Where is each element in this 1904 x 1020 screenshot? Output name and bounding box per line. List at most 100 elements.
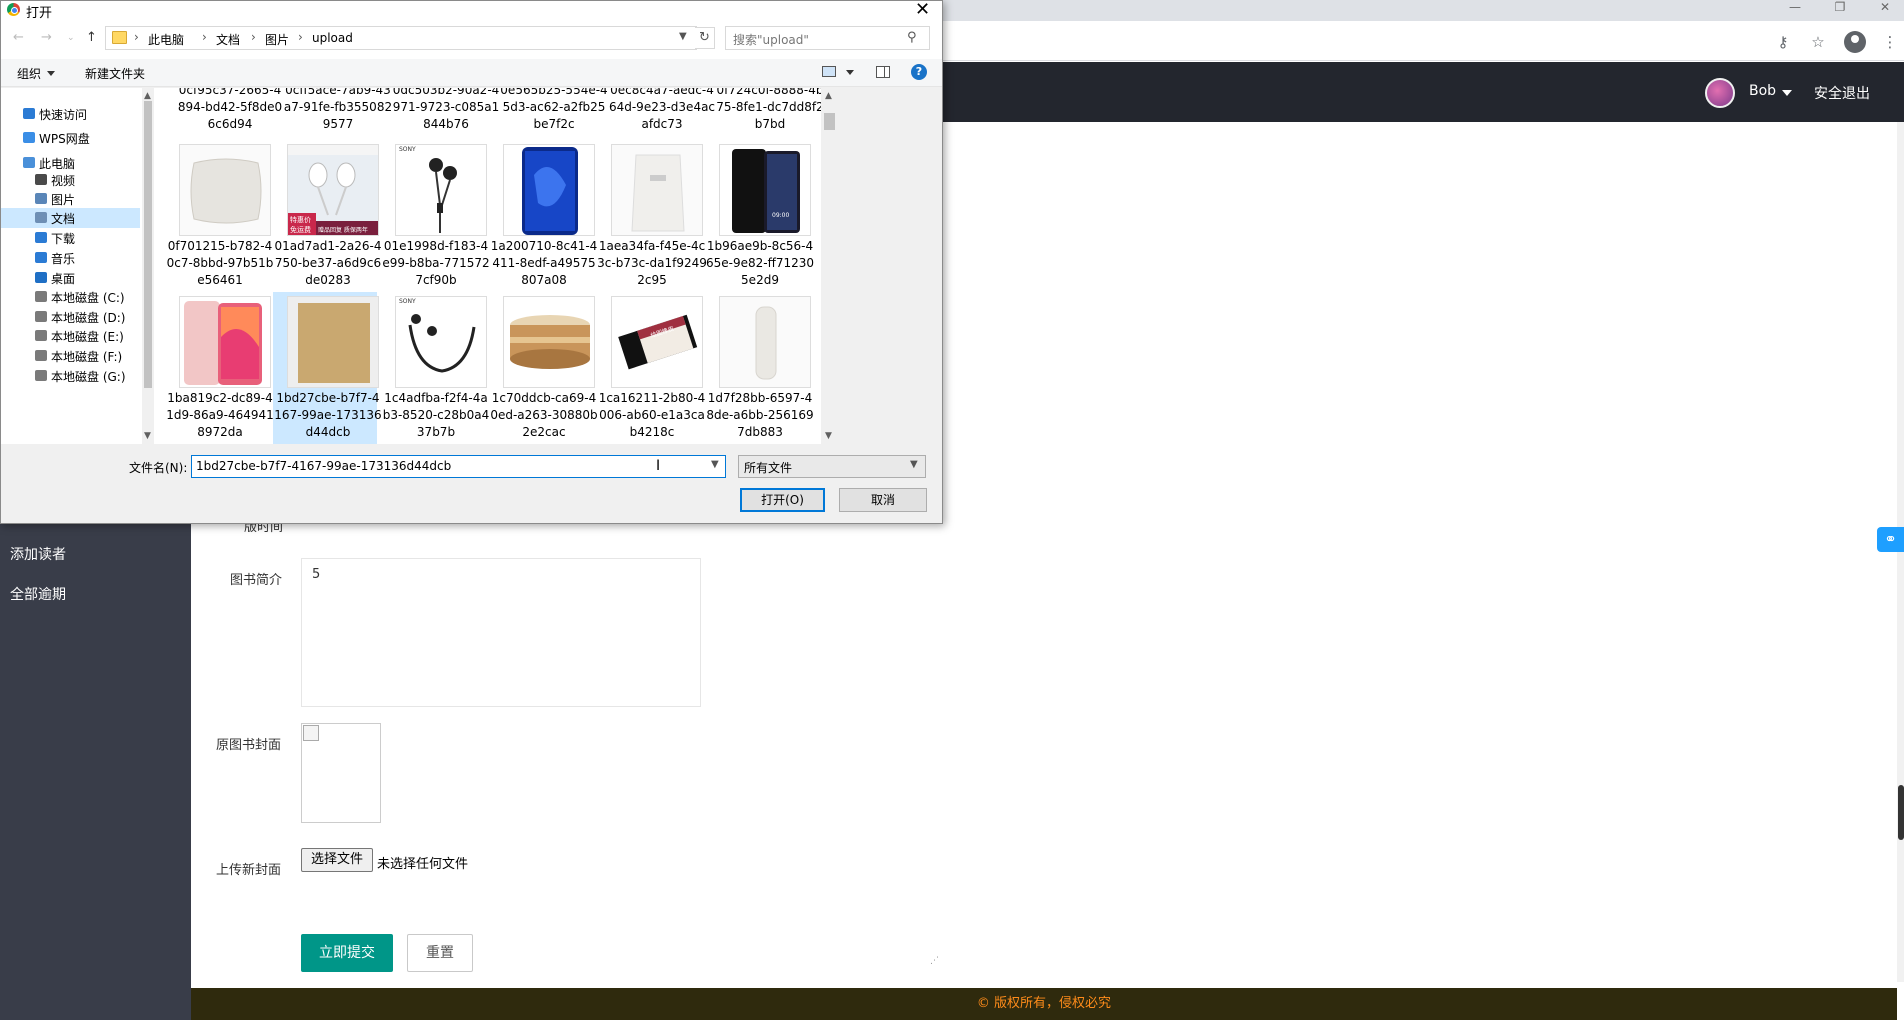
file-open-dialog: 打开 ✕ ← → ⌄ ↑ › 此电脑 › 文档 › 图片 › upload ▼ … [0, 0, 943, 966]
file-item[interactable]: 1bd27cbe-b7f7-4167-99ae-173136d44dcb [273, 292, 382, 444]
filename-input[interactable]: 1bd27cbe-b7f7-4167-99ae-173136d44dcb Ⅰ ▼ [191, 455, 726, 478]
file-name[interactable]: 0f724c0f-8888-4b75-8fe1-dc7dd8f2b7bd [715, 88, 821, 133]
open-button[interactable]: 打开(O) [740, 488, 825, 512]
caret-down-icon[interactable] [846, 70, 854, 75]
brand-text: SONY [399, 298, 416, 305]
breadcrumb-upload[interactable]: upload [312, 31, 353, 45]
nav-item[interactable]: 本地磁盘 (E:) [1, 326, 140, 346]
filetype-value: 所有文件 [744, 461, 793, 475]
search-icon[interactable]: ⚲ [907, 30, 917, 45]
caret-down-icon[interactable] [47, 71, 55, 76]
file-name[interactable]: 0cf95c37-2665-4894-bd42-5f8de06c6d94 [175, 88, 285, 133]
file-item[interactable]: 1a200710-8c41-4411-8edf-a49575807a08 [489, 140, 597, 292]
scroll-up-icon[interactable]: ▲ [144, 91, 151, 101]
nav-item[interactable]: WPS网盘 [1, 128, 140, 148]
nav-item-label: 图片 [51, 193, 76, 207]
restore-icon[interactable]: ❐ [1825, 0, 1855, 14]
nav-item-label: 快速访问 [39, 108, 88, 122]
folder-icon [112, 31, 127, 44]
scroll-down-icon[interactable]: ▼ [825, 431, 832, 441]
nav-item-label: 音乐 [51, 252, 76, 266]
close-window-icon[interactable]: ✕ [1870, 0, 1900, 14]
nav-item[interactable]: 桌面 [1, 268, 140, 288]
nav-item[interactable]: 音乐 [1, 248, 140, 268]
search-input[interactable]: 搜索"upload" ⚲ [725, 26, 930, 50]
key-icon[interactable]: ⚷ [1773, 32, 1793, 52]
organize-button[interactable]: 组织 [17, 65, 41, 82]
resize-grip-icon[interactable]: ⋰ [930, 956, 939, 966]
view-mode-icon[interactable] [822, 66, 836, 77]
file-item[interactable]: 1d7f28bb-6597-48de-a6bb-2561697db883 [705, 292, 814, 444]
address-path[interactable]: › 此电脑 › 文档 › 图片 › upload ▼ [105, 26, 697, 50]
nav-item[interactable]: 视频 [1, 170, 140, 190]
filetype-select[interactable]: 所有文件 ▼ [738, 455, 926, 478]
nav-item[interactable]: 本地磁盘 (C:) [1, 287, 140, 307]
preview-pane-icon[interactable] [876, 66, 890, 78]
nav-item-label: 桌面 [51, 272, 76, 286]
submit-button[interactable]: 立即提交 [301, 934, 393, 972]
nav-item[interactable]: 快速访问 [1, 104, 140, 124]
back-arrow-icon[interactable]: ← [13, 30, 24, 45]
profile-icon[interactable] [1844, 31, 1866, 53]
navigation-pane: 快速访问 WPS网盘 此电脑 视频 图片 文档 下载 音乐 桌面 本地磁盘 (C:) 本地磁盘 (D… [1, 88, 154, 444]
file-item[interactable]: 0f701215-b782-40c7-8bbd-97b51be56461 [165, 140, 273, 292]
forward-arrow-icon[interactable]: → [41, 30, 52, 45]
choose-file-button[interactable]: 选择文件 [301, 848, 373, 872]
chevron-down-icon[interactable]: ▼ [711, 459, 719, 470]
breadcrumb-pictures[interactable]: 图片 [265, 31, 289, 48]
file-scrollbar[interactable]: ▲ ▼ [821, 88, 838, 444]
file-name[interactable]: 0ec8c4a7-aedc-464d-9e23-d3e4acafdc73 [607, 88, 717, 133]
text-cursor-icon: Ⅰ [656, 458, 661, 474]
file-name[interactable]: 0cff5ace-7ab9-43a7-91fe-fb3550829577 [283, 88, 393, 133]
close-icon[interactable]: ✕ [915, 0, 930, 20]
breadcrumb-documents[interactable]: 文档 [216, 31, 240, 48]
file-item[interactable]: 09:00 1b96ae9b-8c56-465e-9e82-ff712305e2d… [705, 140, 814, 292]
nav-item[interactable]: 本地磁盘 (G:) [1, 366, 140, 386]
up-arrow-icon[interactable]: ↑ [86, 30, 97, 45]
scroll-up-icon[interactable]: ▲ [825, 91, 832, 101]
sidebar-item-all-overdue[interactable]: 全部逾期 [10, 584, 66, 604]
file-item[interactable]: SONY 01e1998d-f183-4e99-b8ba-7715727cf90b [381, 140, 490, 292]
minimize-icon[interactable]: — [1780, 0, 1810, 14]
chevron-down-icon[interactable]: ▼ [910, 459, 918, 470]
refresh-icon[interactable]: ↻ [695, 27, 715, 49]
caret-down-icon[interactable] [1782, 90, 1792, 96]
promo-badge-text: 特惠价 [290, 216, 311, 224]
new-folder-button[interactable]: 新建文件夹 [85, 65, 145, 82]
more-menu-icon[interactable]: ⋮ [1880, 32, 1900, 52]
nav-item[interactable]: 文档 [1, 208, 140, 228]
nav-item-label: 本地磁盘 (C:) [51, 291, 125, 305]
help-icon[interactable]: ? [911, 64, 927, 80]
nav-item[interactable]: 本地磁盘 (F:) [1, 346, 140, 366]
reset-button[interactable]: 重置 [407, 934, 473, 972]
floating-share-icon[interactable]: ⚭ [1877, 527, 1904, 552]
file-scrollbar-thumb[interactable] [824, 113, 835, 130]
file-item[interactable]: 1ba819c2-dc89-41d9-86a9-4649418972da [165, 292, 274, 444]
file-item[interactable]: 绘图橡皮 1ca16211-2b80-4006-ab60-e1a3cab4218c [597, 292, 705, 444]
desktop-icon [35, 272, 47, 283]
dialog-bottom: 文件名(N): 1bd27cbe-b7f7-4167-99ae-173136d4… [1, 444, 942, 966]
recent-dropdown-icon[interactable]: ⌄ [67, 33, 75, 43]
file-item[interactable]: 1aea34fa-f45e-4c3c-b73c-da1f92492c95 [597, 140, 707, 292]
scroll-down-icon[interactable]: ▼ [144, 431, 151, 441]
file-item[interactable]: 特惠价 免运费 赠品回复 质保两年 01ad7ad1-2a26-4750-be37-a… [273, 140, 382, 292]
chevron-down-icon[interactable]: ▼ [679, 31, 687, 42]
avatar[interactable] [1705, 78, 1735, 108]
breadcrumb-this-pc[interactable]: 此电脑 [148, 31, 184, 48]
nav-scrollbar-thumb[interactable] [144, 101, 152, 388]
file-item[interactable]: 1c70ddcb-ca69-40ed-a263-30880b2e2cac [489, 292, 598, 444]
nav-item[interactable]: 图片 [1, 189, 140, 209]
file-name[interactable]: 0dc503b2-90a2-4971-9723-c085a1844b76 [391, 88, 501, 133]
bookmark-star-icon[interactable]: ☆ [1808, 32, 1828, 52]
intro-textarea[interactable]: 5 [301, 558, 701, 707]
file-name[interactable]: 0e565b25-554e-45d3-ac62-a2fb25be7f2c [499, 88, 609, 133]
cancel-button[interactable]: 取消 [839, 488, 927, 512]
nav-item[interactable]: 下载 [1, 228, 140, 248]
logout-link[interactable]: 安全退出 [1814, 83, 1870, 103]
nav-item[interactable]: 本地磁盘 (D:) [1, 307, 140, 327]
main-scrollbar[interactable] [1897, 122, 1904, 982]
username-menu[interactable]: Bob [1749, 83, 1776, 99]
file-item[interactable]: SONY 1c4adfba-f2f4-4ab3-8520-c28b0a437b7b [381, 292, 489, 444]
main-scrollbar-thumb[interactable] [1898, 785, 1904, 840]
sidebar-item-add-reader[interactable]: 添加读者 [10, 544, 66, 564]
